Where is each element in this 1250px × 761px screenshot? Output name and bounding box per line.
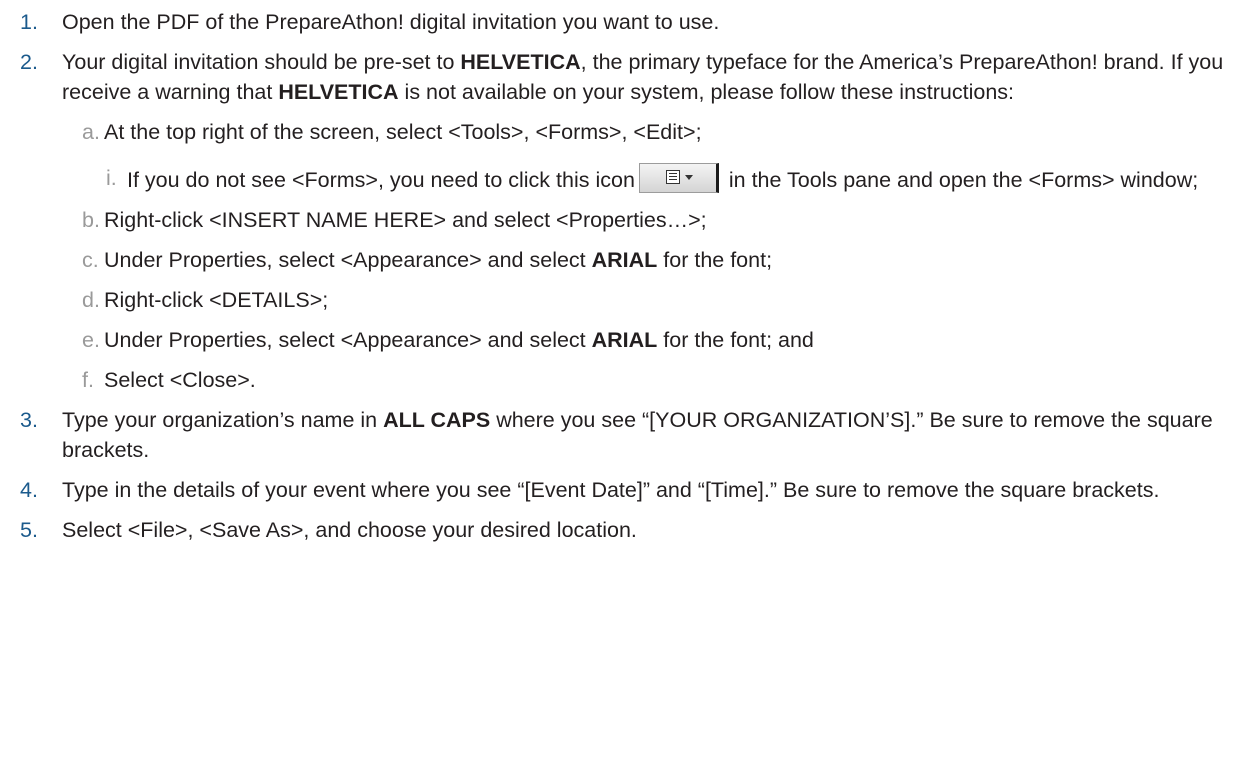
substep-b: b. Right-click <INSERT NAME HERE> and se…	[0, 205, 1250, 235]
forms-dropdown-icon	[638, 163, 719, 193]
substep-c: c. Under Properties, select <Appearance>…	[0, 245, 1250, 275]
step-3: 3. Type your organization’s name in ALL …	[0, 405, 1250, 465]
font-name: ARIAL	[591, 328, 658, 352]
substep-text: Under Properties, select <Appearance> an…	[104, 328, 814, 352]
substep-text: Right-click <INSERT NAME HERE> and selec…	[104, 208, 707, 232]
step-number: 2.	[20, 50, 38, 74]
emphasis: ALL CAPS	[383, 408, 491, 432]
substep-letter: d.	[82, 288, 100, 312]
step-5: 5. Select <File>, <Save As>, and choose …	[0, 515, 1250, 545]
substep-letter: e.	[82, 328, 100, 352]
substep-letter: f.	[82, 368, 94, 392]
step-number: 1.	[20, 10, 38, 34]
substep-text: Select <Close>.	[104, 368, 256, 392]
chevron-down-icon	[684, 175, 693, 180]
substep-a-i: i. If you do not see <Forms>, you need t…	[0, 163, 1250, 195]
step-text: Open the PDF of the PrepareAthon! digita…	[62, 10, 720, 34]
substep-f: f. Select <Close>.	[0, 365, 1250, 395]
substep-letter: a.	[82, 120, 100, 144]
substep-text: Right-click <DETAILS>;	[104, 288, 329, 312]
substep-d: d. Right-click <DETAILS>;	[0, 285, 1250, 315]
font-name: ARIAL	[591, 248, 658, 272]
step-number: 5.	[20, 518, 38, 542]
substep-text: At the top right of the screen, select <…	[104, 120, 702, 144]
step-1: 1. Open the PDF of the PrepareAthon! dig…	[0, 7, 1250, 37]
step-text: Type your organization’s name in ALL CAP…	[62, 408, 1213, 462]
font-name: HELVETICA	[278, 80, 399, 104]
substep-text: If you do not see <Forms>, you need to c…	[127, 163, 1198, 193]
substep-a: a. At the top right of the screen, selec…	[0, 117, 1250, 147]
step-4: 4. Type in the details of your event whe…	[0, 475, 1250, 505]
step-text: Type in the details of your event where …	[62, 478, 1160, 502]
step-text: Select <File>, <Save As>, and choose you…	[62, 518, 637, 542]
step-text: Your digital invitation should be pre-se…	[62, 50, 1224, 104]
substep-roman: i.	[106, 166, 117, 190]
step-number: 4.	[20, 478, 38, 502]
step-number: 3.	[20, 408, 38, 432]
step-2: 2. Your digital invitation should be pre…	[0, 47, 1250, 107]
substep-text: Under Properties, select <Appearance> an…	[104, 248, 773, 272]
substep-letter: c.	[82, 248, 99, 272]
list-icon	[665, 170, 680, 184]
substep-letter: b.	[82, 208, 100, 232]
instructions-document: 1. Open the PDF of the PrepareAthon! dig…	[0, 0, 1250, 545]
font-name: HELVETICA	[460, 50, 581, 74]
substep-e: e. Under Properties, select <Appearance>…	[0, 325, 1250, 355]
